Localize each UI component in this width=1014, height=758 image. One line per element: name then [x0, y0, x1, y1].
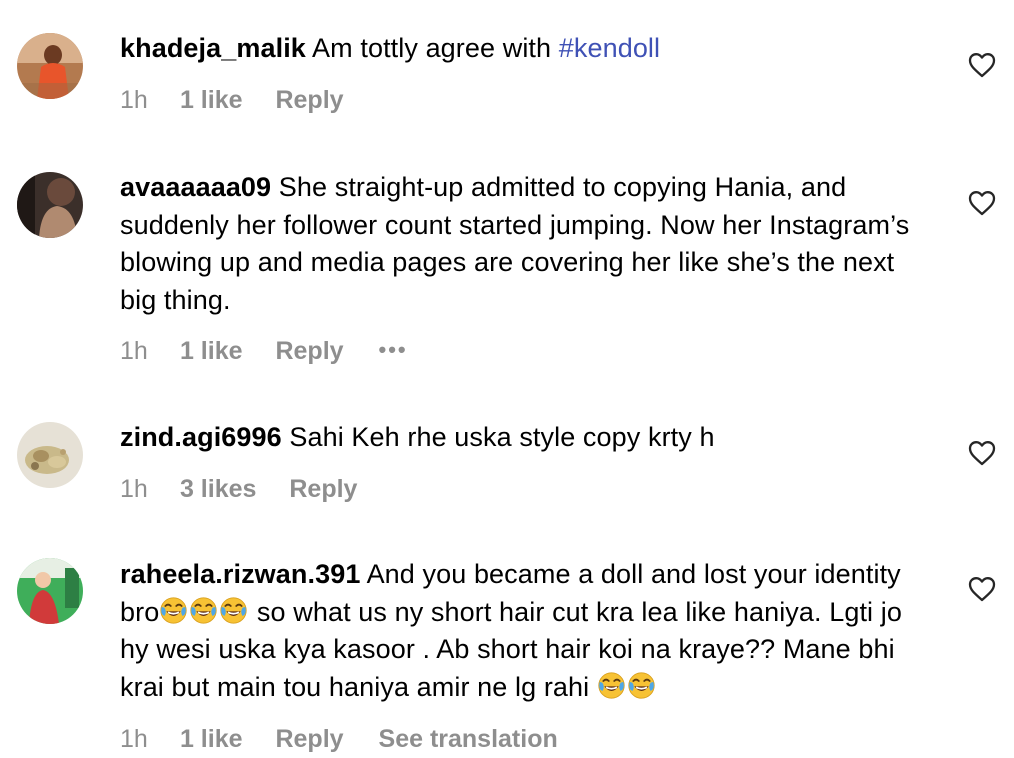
- reply-button[interactable]: Reply: [275, 86, 343, 115]
- comment-likes[interactable]: 1 like: [180, 86, 243, 115]
- comment-likes[interactable]: 1 like: [180, 725, 243, 754]
- comment-time: 1h: [120, 86, 148, 114]
- comment-body: Am tottly agree with: [312, 33, 559, 63]
- comment-meta: 1h 3 likes Reply: [120, 475, 385, 504]
- face-with-tears-of-joy-icon: [159, 596, 188, 625]
- comment-username[interactable]: zind.agi6996: [120, 422, 282, 452]
- reply-button[interactable]: Reply: [275, 337, 343, 366]
- hashtag-link[interactable]: #kendoll: [559, 33, 660, 63]
- face-with-tears-of-joy-icon: [219, 596, 248, 625]
- comment-likes[interactable]: 1 like: [180, 337, 243, 366]
- comment-body: Sahi Keh rhe uska style copy krty h: [289, 422, 715, 452]
- reply-button[interactable]: Reply: [289, 475, 357, 504]
- comment-time: 1h: [120, 475, 148, 503]
- comment-meta: 1h 1 like Reply: [120, 86, 372, 115]
- comment-list: khadeja_malik Am tottly agree with #kend…: [0, 0, 1014, 758]
- comment-text: khadeja_malik Am tottly agree with #kend…: [120, 30, 930, 68]
- comment-text: raheela.rizwan.391 And you became a doll…: [120, 556, 930, 706]
- comment-username[interactable]: raheela.rizwan.391: [120, 559, 360, 589]
- comment-time: 1h: [120, 725, 148, 753]
- heart-outline-icon[interactable]: [968, 190, 996, 216]
- avatar[interactable]: [17, 172, 83, 238]
- comment-likes[interactable]: 3 likes: [180, 475, 256, 504]
- face-with-tears-of-joy-icon: [597, 671, 626, 700]
- comment-time: 1h: [120, 337, 148, 365]
- comment-text: zind.agi6996 Sahi Keh rhe uska style cop…: [120, 419, 930, 457]
- avatar[interactable]: [17, 422, 83, 488]
- reply-button[interactable]: Reply: [275, 725, 343, 754]
- comment-username[interactable]: avaaaaaa09: [120, 172, 271, 202]
- comment-text: avaaaaaa09 She straight-up admitted to c…: [120, 169, 930, 319]
- avatar[interactable]: [17, 558, 83, 624]
- heart-outline-icon[interactable]: [968, 576, 996, 602]
- avatar[interactable]: [17, 33, 83, 99]
- heart-outline-icon[interactable]: [968, 440, 996, 466]
- comment-meta: 1h 1 like Reply See translation: [120, 725, 558, 754]
- more-options-icon[interactable]: •••: [379, 337, 408, 363]
- face-with-tears-of-joy-icon: [189, 596, 218, 625]
- face-with-tears-of-joy-icon: [627, 671, 656, 700]
- comment-meta: 1h 1 like Reply •••: [120, 337, 408, 366]
- comment-username[interactable]: khadeja_malik: [120, 33, 306, 63]
- see-translation-button[interactable]: See translation: [379, 725, 558, 754]
- heart-outline-icon[interactable]: [968, 52, 996, 78]
